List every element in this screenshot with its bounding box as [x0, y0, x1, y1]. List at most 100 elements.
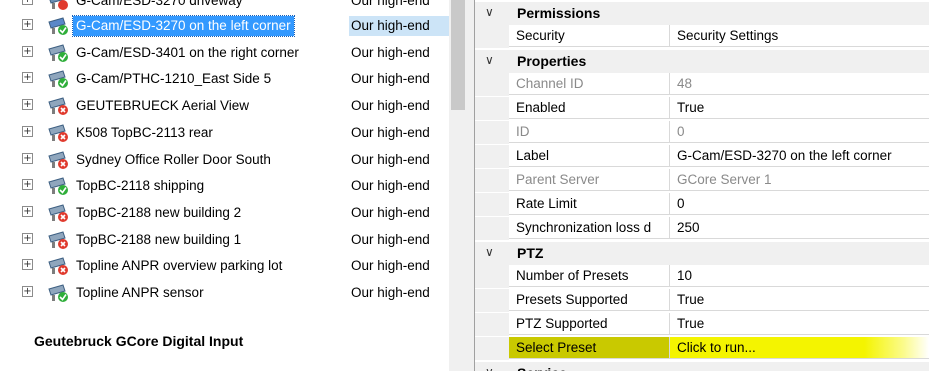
property-value[interactable]: Security Settings	[670, 25, 929, 47]
tree-row[interactable]: + TopBC-2188 new building 2 Our high-end	[0, 200, 449, 225]
camera-error-icon	[48, 257, 68, 276]
camera-ok-icon	[48, 177, 68, 196]
property-row[interactable]: Channel ID 48	[475, 73, 929, 96]
property-row[interactable]: Parent Server GCore Server 1	[475, 169, 929, 192]
row-gutter	[475, 289, 509, 312]
tree-row[interactable]: + TopBC-2188 new building 1 Our high-end	[0, 227, 449, 252]
collapse-chevron-icon[interactable]: ∨	[485, 245, 494, 259]
property-row[interactable]: ID 0	[475, 121, 929, 144]
tree-item-description: Our high-end	[351, 124, 430, 140]
tree-row[interactable]: + G-Cam/PTHC-1210_East Side 5 Our high-end	[0, 66, 449, 91]
collapse-chevron-icon[interactable]: ∨	[485, 5, 494, 19]
property-value: 48	[670, 73, 929, 95]
property-value[interactable]: True	[670, 313, 929, 335]
expand-icon[interactable]: +	[22, 152, 33, 164]
tree-item-description: Our high-end	[351, 44, 430, 60]
tree-item-label: G-Cam/ESD-3401 on the right corner	[76, 44, 299, 60]
group-title: Geutebruck GCore Digital Input	[34, 333, 244, 349]
tree-row[interactable]: + G-Cam/ESD-3270 on the left corner Our hi…	[0, 13, 449, 38]
tree-row[interactable]: + TopBC-2118 shipping Our high-end	[0, 173, 449, 198]
property-value[interactable]: Click to run...	[670, 337, 929, 359]
tree-item-label: K508 TopBC-2113 rear	[76, 124, 213, 140]
tree-item-label: TopBC-2188 new building 2	[76, 204, 242, 220]
tree-item-description: Our high-end	[351, 98, 430, 114]
tree-item-description: Our high-end	[351, 71, 430, 87]
property-value[interactable]: 10	[670, 265, 929, 287]
tree-item-label: G-Cam/ESD-3270 on the left corner	[72, 15, 295, 37]
expand-icon[interactable]: +	[22, 0, 33, 5]
category-title: Service	[517, 364, 567, 371]
tree-item-description: Our high-end	[351, 151, 430, 167]
expand-icon[interactable]: +	[22, 232, 33, 244]
property-row[interactable]: Presets Supported True	[475, 289, 929, 312]
property-value[interactable]: True	[670, 97, 929, 119]
property-name: Label	[509, 145, 670, 167]
property-row[interactable]: PTZ Supported True	[475, 313, 929, 336]
expand-icon[interactable]: +	[22, 179, 33, 191]
tree-row[interactable]: + G-Cam/ESD-3401 on the right corner Our h…	[0, 40, 449, 65]
row-gutter	[475, 145, 509, 168]
category-title: Permissions	[517, 5, 601, 21]
expand-icon[interactable]: +	[22, 205, 33, 217]
tree-row[interactable]: + Topline ANPR overview parking lot Our hi…	[0, 253, 449, 278]
property-name: Parent Server	[509, 169, 670, 191]
property-row[interactable]: Synchronization loss d 250	[475, 217, 929, 240]
property-name: Presets Supported	[509, 289, 670, 311]
camera-ok-icon	[48, 17, 68, 35]
row-gutter	[475, 217, 509, 240]
tree-item-description: Our high-end	[351, 231, 430, 247]
category-service[interactable]: ∨ Service	[475, 362, 929, 371]
tree-item-description: Our high-end	[351, 285, 430, 300]
tree-row-partial[interactable]: + G-Cam/ESD-3270 driveway Our high-end	[0, 0, 449, 13]
expand-icon[interactable]: +	[22, 19, 33, 30]
tree-item-description: Our high-end	[349, 16, 449, 36]
tree-row[interactable]: + GEUTEBRUECK Aerial View Our high-end	[0, 93, 449, 118]
row-gutter	[475, 169, 509, 192]
row-gutter	[475, 97, 509, 120]
collapse-chevron-icon[interactable]: ∨	[485, 365, 494, 371]
property-row[interactable]: Security Security Settings	[475, 25, 929, 48]
category-permissions[interactable]: ∨ Permissions	[475, 2, 929, 25]
camera-ok-icon	[48, 44, 68, 62]
camera-error-icon	[48, 97, 68, 116]
tree-item-label: Topline ANPR sensor	[76, 285, 204, 300]
tree-item-label: TopBC-2188 new building 1	[76, 231, 242, 247]
row-gutter	[475, 25, 509, 48]
row-gutter	[475, 121, 509, 144]
property-value[interactable]: 250	[670, 217, 929, 239]
property-value[interactable]: True	[670, 289, 929, 311]
tree-item-label: G-Cam/PTHC-1210_East Side 5	[76, 71, 272, 87]
category-ptz[interactable]: ∨ PTZ	[475, 242, 929, 265]
property-name: ID	[509, 121, 670, 143]
property-name: PTZ Supported	[509, 313, 670, 335]
row-gutter	[475, 337, 509, 360]
property-row[interactable]: Select Preset Click to run...	[475, 337, 929, 360]
property-row[interactable]: Rate Limit 0	[475, 193, 929, 216]
property-row[interactable]: Enabled True	[475, 97, 929, 120]
property-grid: ∨ Permissions Security Security Settings ∨ Pr…	[475, 0, 929, 371]
expand-icon[interactable]: +	[22, 259, 33, 271]
property-row[interactable]: Label G-Cam/ESD-3270 on the left corner	[475, 145, 929, 168]
tree-item-description: Our high-end	[351, 258, 430, 274]
camera-error-icon	[48, 230, 68, 249]
collapse-chevron-icon[interactable]: ∨	[485, 53, 494, 67]
expand-icon[interactable]: +	[22, 99, 33, 111]
property-value[interactable]: 0	[670, 193, 929, 215]
expand-icon[interactable]: +	[22, 45, 33, 57]
tree-scrollbar-thumb[interactable]	[451, 0, 465, 110]
tree-row[interactable]: + Sydney Office Roller Door South Our high…	[0, 147, 449, 172]
expand-icon[interactable]: +	[22, 286, 33, 297]
tree-row[interactable]: + K508 TopBC-2113 rear Our high-end	[0, 120, 449, 145]
expand-icon[interactable]: +	[22, 125, 33, 137]
tree-item-label: Topline ANPR overview parking lot	[76, 258, 283, 274]
camera-error-icon	[48, 150, 68, 169]
property-value[interactable]: G-Cam/ESD-3270 on the left corner	[670, 145, 929, 167]
row-gutter	[475, 265, 509, 288]
tree-item-description: Our high-end	[351, 0, 430, 8]
property-row[interactable]: Number of Presets 10	[475, 265, 929, 288]
tree-row[interactable]: + Topline ANPR sensor Our high-end	[0, 280, 449, 305]
row-gutter	[475, 313, 509, 336]
expand-icon[interactable]: +	[22, 72, 33, 84]
category-properties[interactable]: ∨ Properties	[475, 50, 929, 73]
camera-ok-icon	[49, 0, 68, 10]
